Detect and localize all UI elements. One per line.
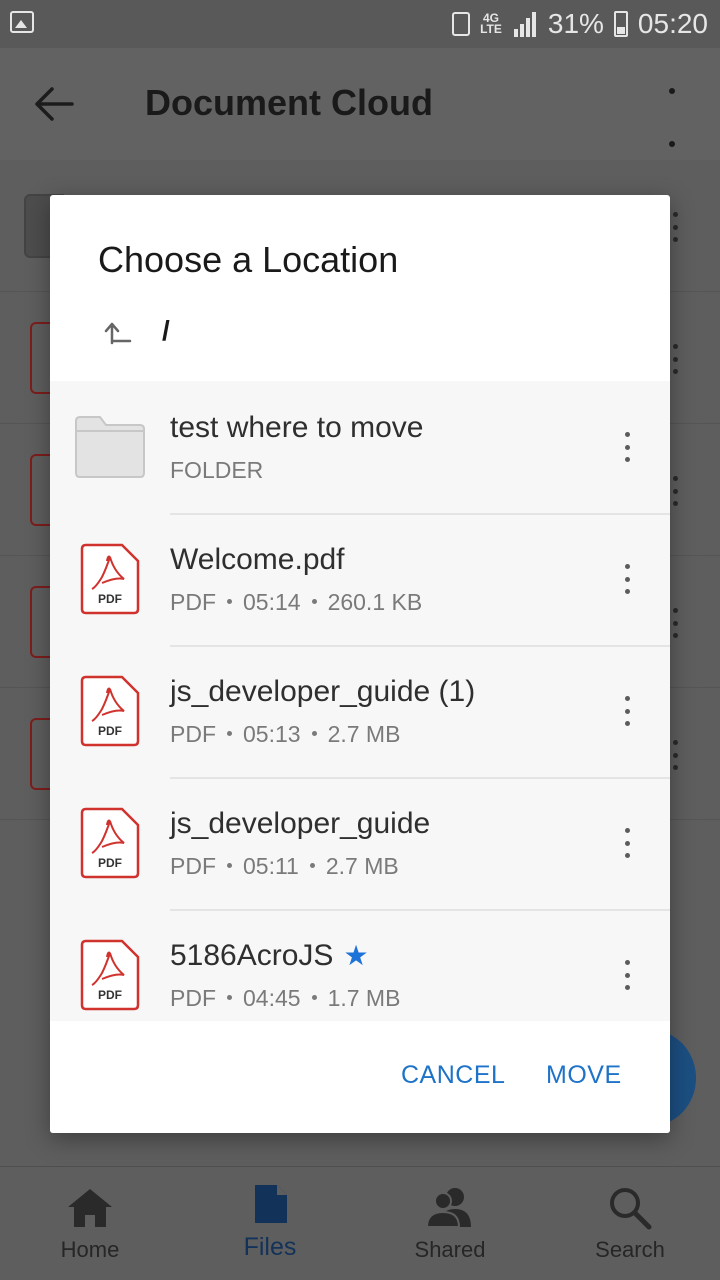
star-icon: ★ <box>343 940 369 971</box>
status-icons: 4G LTE 31% 05:20 <box>452 8 708 40</box>
dialog-actions: CANCEL MOVE <box>50 1021 670 1133</box>
clock: 05:20 <box>637 8 708 39</box>
up-arrow-icon[interactable] <box>104 319 132 347</box>
location-list: test where to move FOLDER PDF Welcome.pd… <box>50 381 670 1021</box>
divider <box>170 909 670 911</box>
item-name: js_developer_guide <box>170 807 431 840</box>
more-vert-icon <box>668 476 682 506</box>
nav-shared[interactable]: Shared <box>360 1167 540 1280</box>
signal-icon <box>512 11 538 37</box>
item-name: test where to move <box>170 411 424 444</box>
divider <box>170 777 670 779</box>
shared-icon <box>425 1188 471 1228</box>
search-icon <box>610 1188 652 1230</box>
image-icon <box>10 11 34 33</box>
choose-location-dialog: Choose a Location / test where to move F… <box>50 195 670 1133</box>
more-vert-icon[interactable] <box>622 564 632 594</box>
divider <box>170 513 670 515</box>
current-path: / <box>162 315 170 346</box>
recycle-icon <box>452 12 471 36</box>
item-name: js_developer_guide (1) <box>170 675 476 708</box>
status-bar: 4G LTE 31% 05:20 <box>0 0 720 48</box>
list-item-folder[interactable]: test where to move FOLDER <box>50 381 670 513</box>
item-meta: FOLDER <box>170 457 264 483</box>
svg-text:PDF: PDF <box>98 724 122 738</box>
bottom-nav: Home Files Shared Search <box>0 1166 720 1280</box>
nav-home-label: Home <box>60 1237 120 1262</box>
nav-search[interactable]: Search <box>540 1167 720 1280</box>
more-vert-icon <box>668 740 682 770</box>
nav-files-label: Files <box>243 1233 297 1261</box>
nav-home[interactable]: Home <box>0 1167 180 1280</box>
home-icon <box>68 1189 112 1227</box>
svg-text:PDF: PDF <box>98 856 122 870</box>
pdf-icon: PDF <box>80 807 140 879</box>
path-breadcrumb: / <box>50 305 670 365</box>
list-item-file[interactable]: PDF Welcome.pdf PDF 05:14 260.1 KB <box>50 513 670 645</box>
list-item-file[interactable]: PDF js_developer_guide PDF 05:11 2.7 MB <box>50 777 670 909</box>
svg-text:PDF: PDF <box>98 592 122 606</box>
more-vert-icon <box>668 608 682 638</box>
item-meta: PDF 05:14 260.1 KB <box>170 589 423 615</box>
dialog-title: Choose a Location <box>98 239 399 280</box>
more-vert-icon[interactable] <box>622 432 632 462</box>
item-name: 5186AcroJS ★ <box>170 939 369 972</box>
divider <box>170 645 670 647</box>
list-item-file[interactable]: PDF 5186AcroJS ★ PDF 04:45 1.7 MB <box>50 909 670 1021</box>
nav-shared-label: Shared <box>414 1237 486 1262</box>
item-name: Welcome.pdf <box>170 543 345 576</box>
nav-files[interactable]: Files <box>180 1167 360 1280</box>
item-meta: PDF 04:45 1.7 MB <box>170 985 401 1011</box>
pdf-icon: PDF <box>80 675 140 747</box>
lte-icon: 4G LTE <box>480 11 502 36</box>
pdf-icon: PDF <box>80 939 140 1011</box>
more-vert-icon <box>668 344 682 374</box>
more-vert-icon <box>668 212 682 242</box>
folder-icon <box>75 416 145 478</box>
more-vert-icon[interactable] <box>622 828 632 858</box>
list-item-file[interactable]: PDF js_developer_guide (1) PDF 05:13 2.7 M… <box>50 645 670 777</box>
back-arrow-icon[interactable] <box>34 86 74 122</box>
files-icon <box>255 1185 287 1223</box>
pdf-icon: PDF <box>80 543 140 615</box>
move-button[interactable]: MOVE <box>546 1061 622 1090</box>
svg-text:PDF: PDF <box>98 988 122 1002</box>
item-meta: PDF 05:11 2.7 MB <box>170 853 399 879</box>
cancel-button[interactable]: CANCEL <box>401 1061 505 1090</box>
item-meta: PDF 05:13 2.7 MB <box>170 721 401 747</box>
app-title: Document Cloud <box>145 82 433 123</box>
battery-icon <box>613 11 628 37</box>
app-bar: Document Cloud <box>0 48 720 200</box>
battery-percent: 31% <box>547 8 604 39</box>
nav-search-label: Search <box>595 1237 665 1262</box>
more-vert-icon[interactable] <box>622 960 632 990</box>
more-vert-icon[interactable] <box>622 696 632 726</box>
